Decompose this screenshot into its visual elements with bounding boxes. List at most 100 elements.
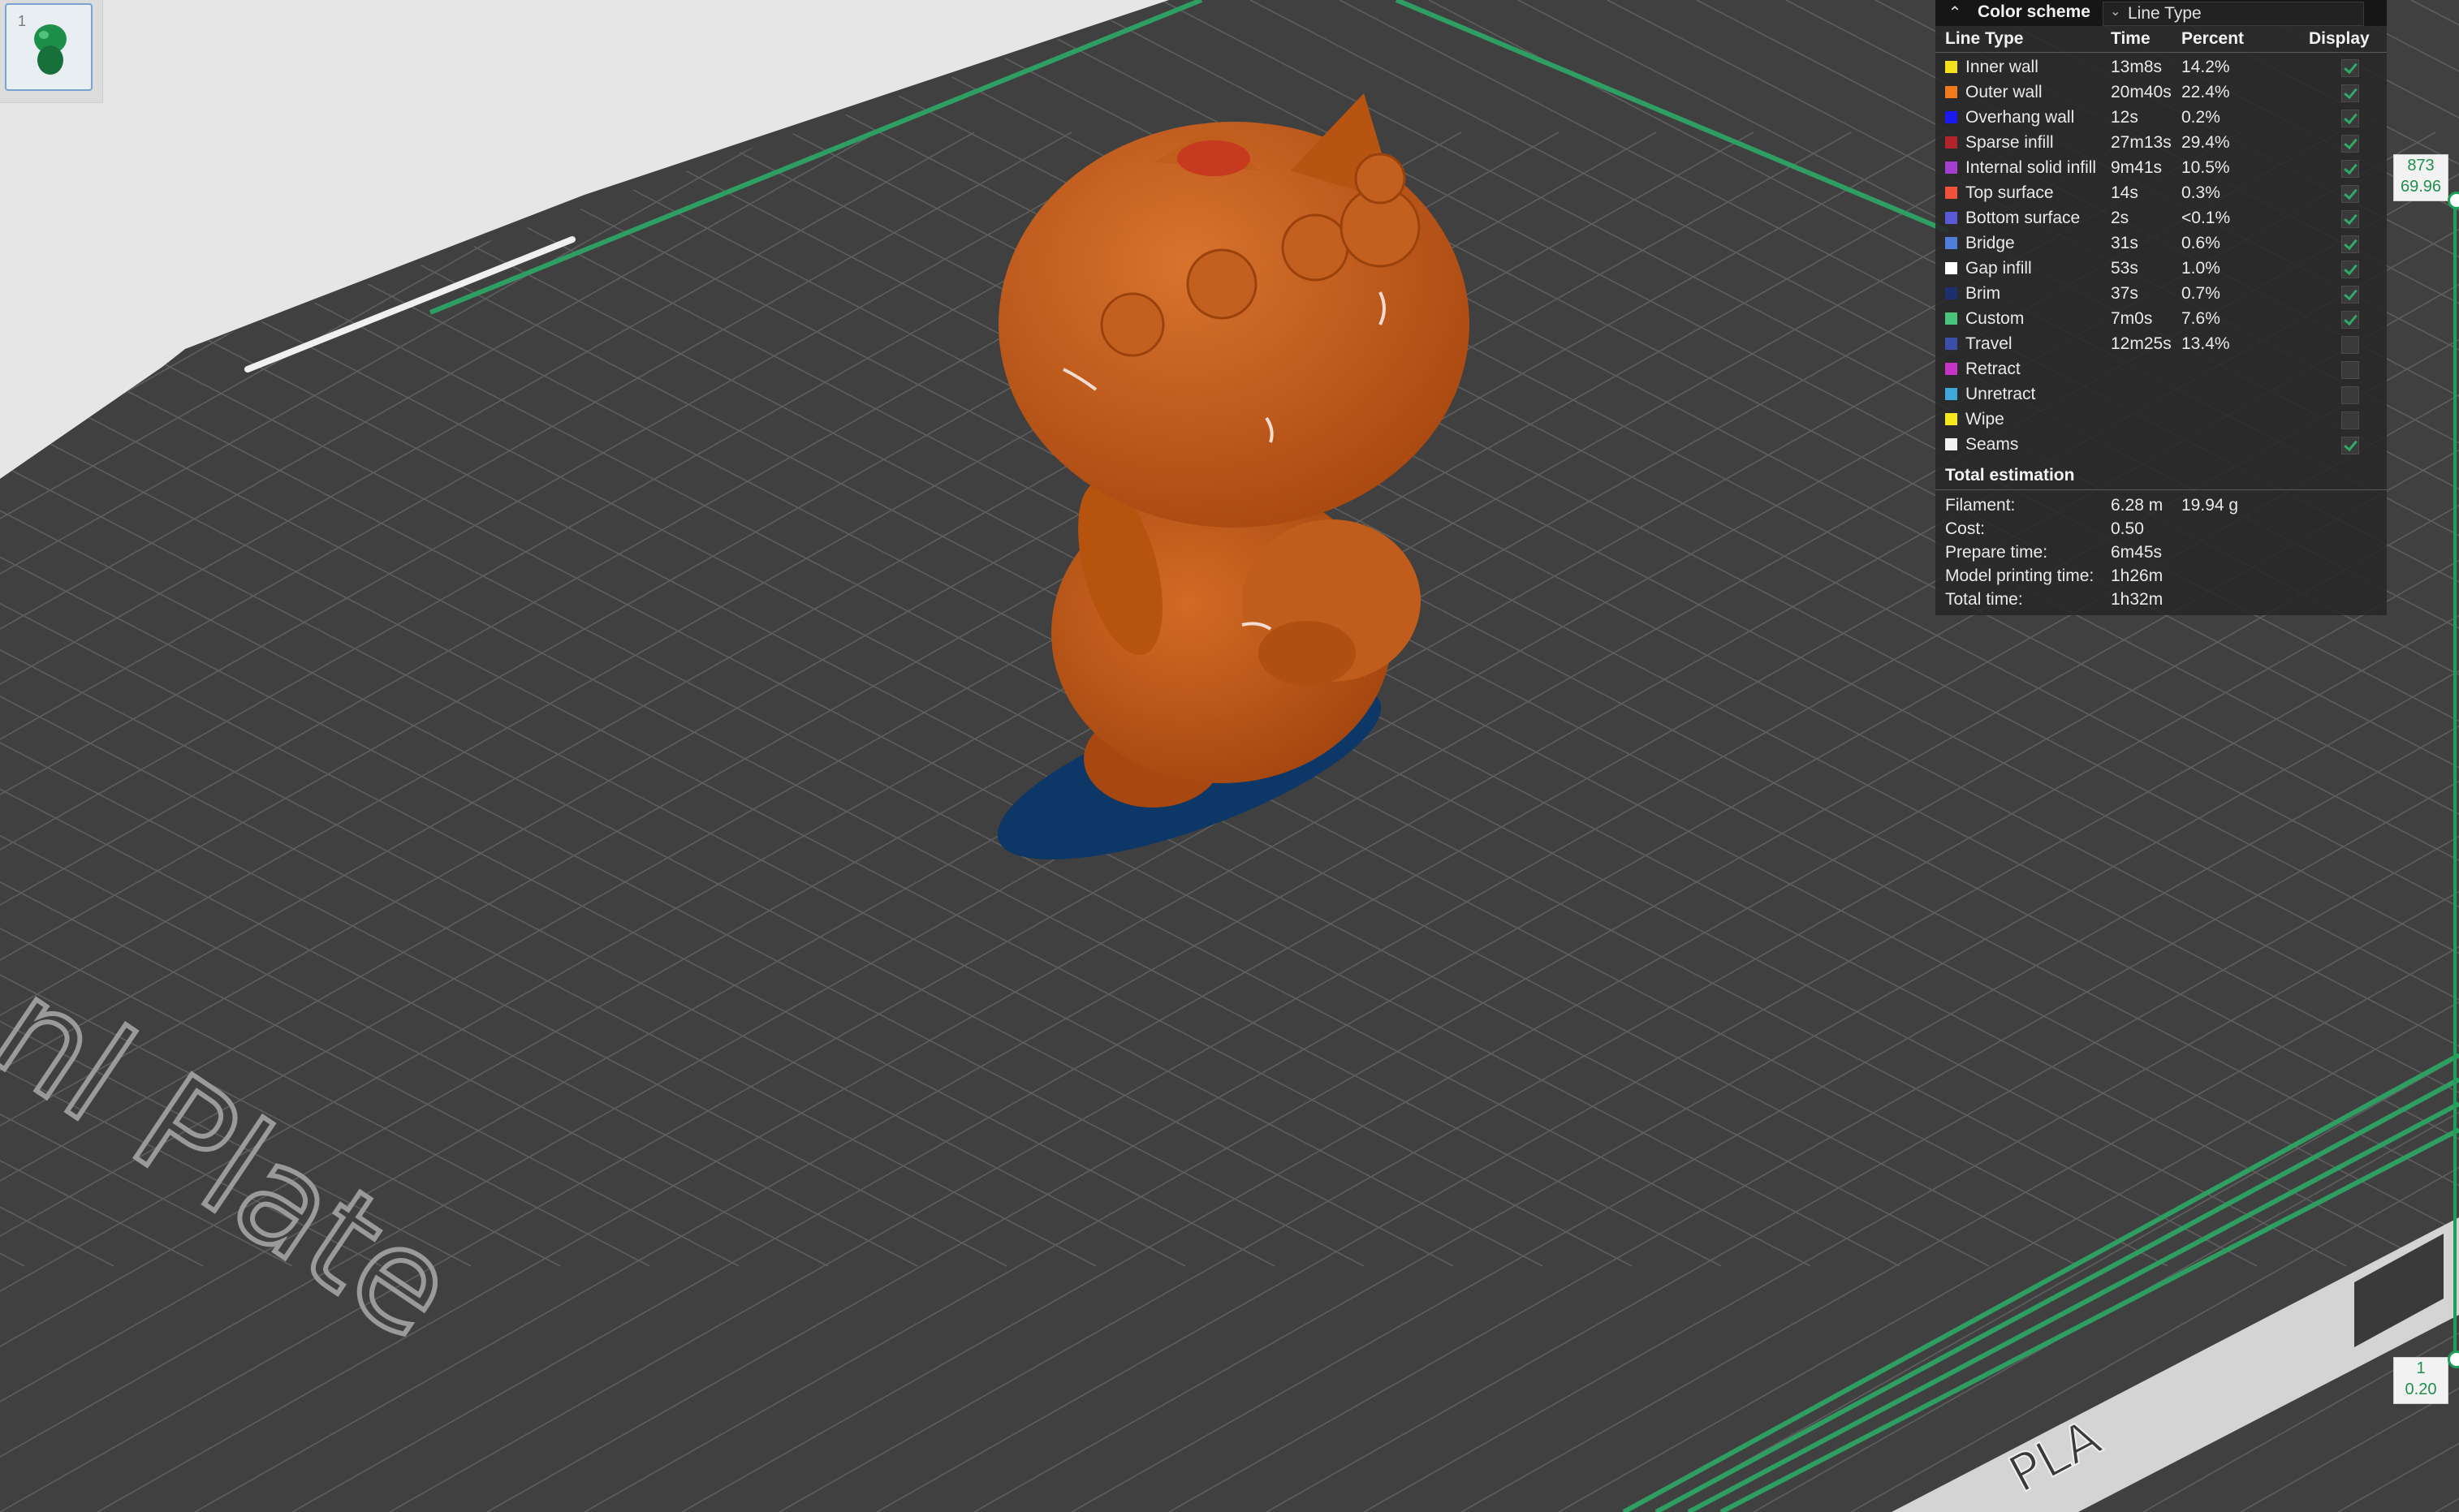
- legend-row: Sparse infill 27m13s 29.4%: [1935, 131, 2387, 156]
- display-checkbox[interactable]: [2341, 160, 2359, 178]
- display-checkbox[interactable]: [2341, 361, 2359, 379]
- line-type-name: Sparse infill: [1965, 133, 2054, 152]
- bottom-layer-number: 1: [2416, 1359, 2426, 1377]
- legend-row: Seams: [1935, 433, 2387, 458]
- filament-label: Filament:: [1945, 496, 2016, 515]
- cost-label: Cost:: [1945, 519, 1986, 538]
- display-checkbox[interactable]: [2341, 311, 2359, 329]
- filament-weight: 19.94 g: [2181, 496, 2239, 515]
- line-type-percent: 0.3%: [2181, 183, 2220, 202]
- color-scheme-label: Color scheme: [1978, 2, 2090, 21]
- legend-row: Travel 12m25s 13.4%: [1935, 332, 2387, 357]
- total-row-prepare: Prepare time: 6m45s: [1935, 541, 2387, 564]
- color-swatch: [1945, 61, 1957, 73]
- line-type-time: 13m8s: [2111, 58, 2163, 76]
- line-type-percent: 7.6%: [2181, 309, 2220, 328]
- color-swatch: [1945, 287, 1957, 299]
- top-layer-readout: 873 69.96: [2393, 154, 2448, 201]
- top-layer-number: 873: [2407, 157, 2435, 174]
- line-type-name: Custom: [1965, 309, 2025, 328]
- color-scheme-select[interactable]: ⌄ Line Type: [2103, 2, 2364, 26]
- total-estimation-title: Total estimation: [1945, 466, 2075, 485]
- color-swatch: [1945, 86, 1957, 98]
- line-type-time: 12m25s: [2111, 334, 2172, 353]
- display-checkbox[interactable]: [2341, 286, 2359, 304]
- line-type-time: 53s: [2111, 259, 2138, 278]
- legend-row: Unretract: [1935, 382, 2387, 407]
- chevron-down-icon: ⌄: [2110, 5, 2121, 19]
- legend-row: Gap infill 53s 1.0%: [1935, 256, 2387, 282]
- plate-thumbnail[interactable]: 1: [5, 3, 93, 91]
- total-row-filament: Filament: 6.28 m 19.94 g: [1935, 493, 2387, 517]
- display-checkbox[interactable]: [2341, 336, 2359, 354]
- header-display: Display: [2309, 29, 2370, 48]
- legend-row: Outer wall 20m40s 22.4%: [1935, 80, 2387, 106]
- line-type-percent: 0.7%: [2181, 284, 2220, 303]
- line-type-time: 14s: [2111, 183, 2138, 202]
- legend-row: Brim 37s 0.7%: [1935, 282, 2387, 307]
- line-type-percent: 1.0%: [2181, 259, 2220, 278]
- color-scheme-value: Line Type: [2128, 4, 2202, 23]
- line-type-name: Inner wall: [1965, 58, 2038, 76]
- line-type-time: 12s: [2111, 108, 2138, 127]
- total-divider: [1935, 489, 2387, 490]
- display-checkbox[interactable]: [2341, 59, 2359, 77]
- model-time-label: Model printing time:: [1945, 566, 2094, 585]
- bottom-layer-readout: 1 0.20: [2393, 1357, 2448, 1404]
- display-checkbox[interactable]: [2341, 110, 2359, 127]
- line-type-time: 9m41s: [2111, 158, 2163, 177]
- line-type-name: Bridge: [1965, 234, 2015, 252]
- line-type-name: Gap infill: [1965, 259, 2032, 278]
- cost-value: 0.50: [2111, 519, 2144, 538]
- model-time-value: 1h26m: [2111, 566, 2163, 585]
- line-type-name: Bottom surface: [1965, 209, 2081, 227]
- total-row-total: Total time: 1h32m: [1935, 588, 2387, 611]
- color-swatch: [1945, 212, 1957, 224]
- line-type-time: 37s: [2111, 284, 2138, 303]
- line-type-percent: 0.2%: [2181, 108, 2220, 127]
- line-type-name: Seams: [1965, 435, 2019, 454]
- line-type-name: Overhang wall: [1965, 108, 2075, 127]
- line-type-name: Wipe: [1965, 410, 2004, 429]
- color-swatch: [1945, 136, 1957, 149]
- line-type-percent: 29.4%: [2181, 133, 2230, 152]
- layer-slider-track[interactable]: [2453, 193, 2457, 1362]
- plate-thumbnail-bar: 1: [0, 0, 103, 103]
- color-swatch: [1945, 262, 1957, 274]
- header-percent: Percent: [2181, 29, 2245, 48]
- display-checkbox[interactable]: [2341, 261, 2359, 278]
- line-type-name: Outer wall: [1965, 83, 2043, 101]
- header-line-type: Line Type: [1945, 29, 2024, 48]
- legend-row: Custom 7m0s 7.6%: [1935, 307, 2387, 332]
- legend-row: Inner wall 13m8s 14.2%: [1935, 55, 2387, 80]
- line-type-percent: 10.5%: [2181, 158, 2230, 177]
- line-type-time: 31s: [2111, 234, 2138, 252]
- color-swatch: [1945, 388, 1957, 400]
- display-checkbox[interactable]: [2341, 210, 2359, 228]
- display-checkbox[interactable]: [2341, 437, 2359, 454]
- legend-header: ⌃ Color scheme ⌄ Line Type: [1935, 0, 2387, 26]
- total-time-value: 1h32m: [2111, 590, 2163, 609]
- color-swatch: [1945, 187, 1957, 199]
- legend-row: Bridge 31s 0.6%: [1935, 231, 2387, 256]
- legend-row: Wipe: [1935, 407, 2387, 433]
- color-swatch: [1945, 162, 1957, 174]
- display-checkbox[interactable]: [2341, 185, 2359, 203]
- header-divider: [1935, 52, 2387, 53]
- display-checkbox[interactable]: [2341, 386, 2359, 404]
- line-type-percent: 14.2%: [2181, 58, 2230, 76]
- color-swatch: [1945, 237, 1957, 249]
- display-checkbox[interactable]: [2341, 84, 2359, 102]
- bottom-layer-height: 0.20: [2405, 1381, 2437, 1398]
- legend-row: Bottom surface 2s <0.1%: [1935, 206, 2387, 231]
- line-type-time: 27m13s: [2111, 133, 2172, 152]
- display-checkbox[interactable]: [2341, 135, 2359, 153]
- line-type-name: Internal solid infill: [1965, 158, 2097, 177]
- legend-row: Retract: [1935, 357, 2387, 382]
- display-checkbox[interactable]: [2341, 235, 2359, 253]
- display-checkbox[interactable]: [2341, 411, 2359, 429]
- line-type-percent: 22.4%: [2181, 83, 2230, 101]
- collapse-legend-icon[interactable]: ⌃: [1945, 3, 1965, 23]
- header-time: Time: [2111, 29, 2151, 48]
- line-type-name: Unretract: [1965, 385, 2036, 403]
